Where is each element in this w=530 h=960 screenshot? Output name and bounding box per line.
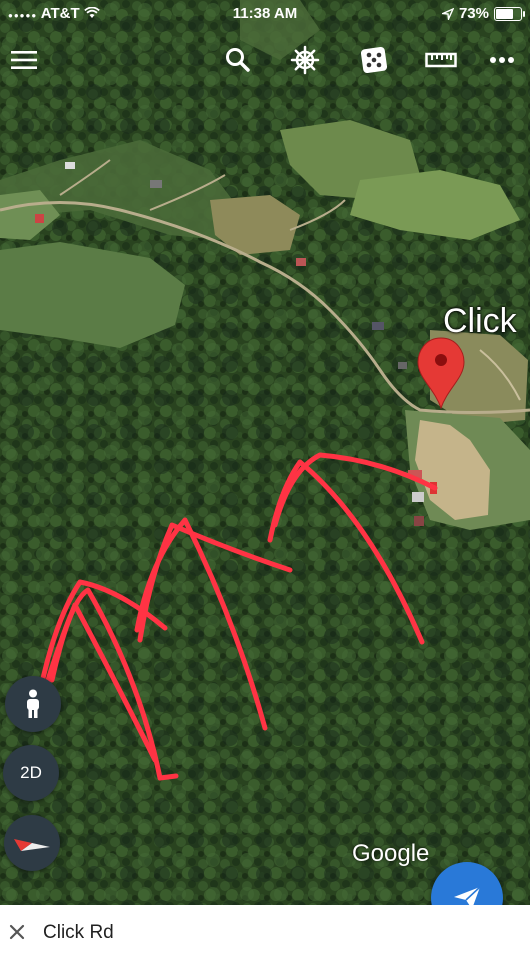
voyager-wheel-icon <box>290 45 320 75</box>
place-bottom-bar: Click Rd <box>0 905 530 960</box>
map-imagery <box>0 0 530 905</box>
close-icon <box>9 924 25 940</box>
place-label[interactable]: Click <box>443 302 517 341</box>
battery-percent: 73% <box>458 5 489 22</box>
view-mode-toggle[interactable]: 2D <box>3 745 59 801</box>
close-button[interactable] <box>4 919 30 945</box>
satellite-map[interactable]: Click Google <box>0 0 530 905</box>
search-button[interactable] <box>218 40 258 80</box>
pegman-icon <box>27 689 39 718</box>
more-button[interactable] <box>482 40 522 80</box>
top-toolbar <box>0 40 530 80</box>
location-arrow-icon <box>441 7 454 20</box>
compass-button[interactable] <box>4 815 60 871</box>
feeling-lucky-button[interactable] <box>354 40 394 80</box>
battery-status: 73% <box>441 5 525 22</box>
measure-button[interactable] <box>421 40 461 80</box>
status-bar: ●●●●● AT&T 11:38 AM 73% <box>0 0 530 30</box>
menu-button[interactable] <box>4 40 44 80</box>
battery-icon <box>494 6 525 21</box>
compass-icon <box>14 839 50 851</box>
place-title[interactable]: Click Rd <box>43 922 114 944</box>
voyager-button[interactable] <box>285 40 325 80</box>
menu-icon <box>11 51 37 69</box>
view-mode-label: 2D <box>20 763 42 782</box>
google-attribution: Google <box>352 840 430 867</box>
dice-icon <box>360 46 388 74</box>
more-icon <box>490 57 514 63</box>
search-icon <box>226 48 250 72</box>
ruler-icon <box>425 52 457 68</box>
pegman-button[interactable] <box>5 676 61 732</box>
